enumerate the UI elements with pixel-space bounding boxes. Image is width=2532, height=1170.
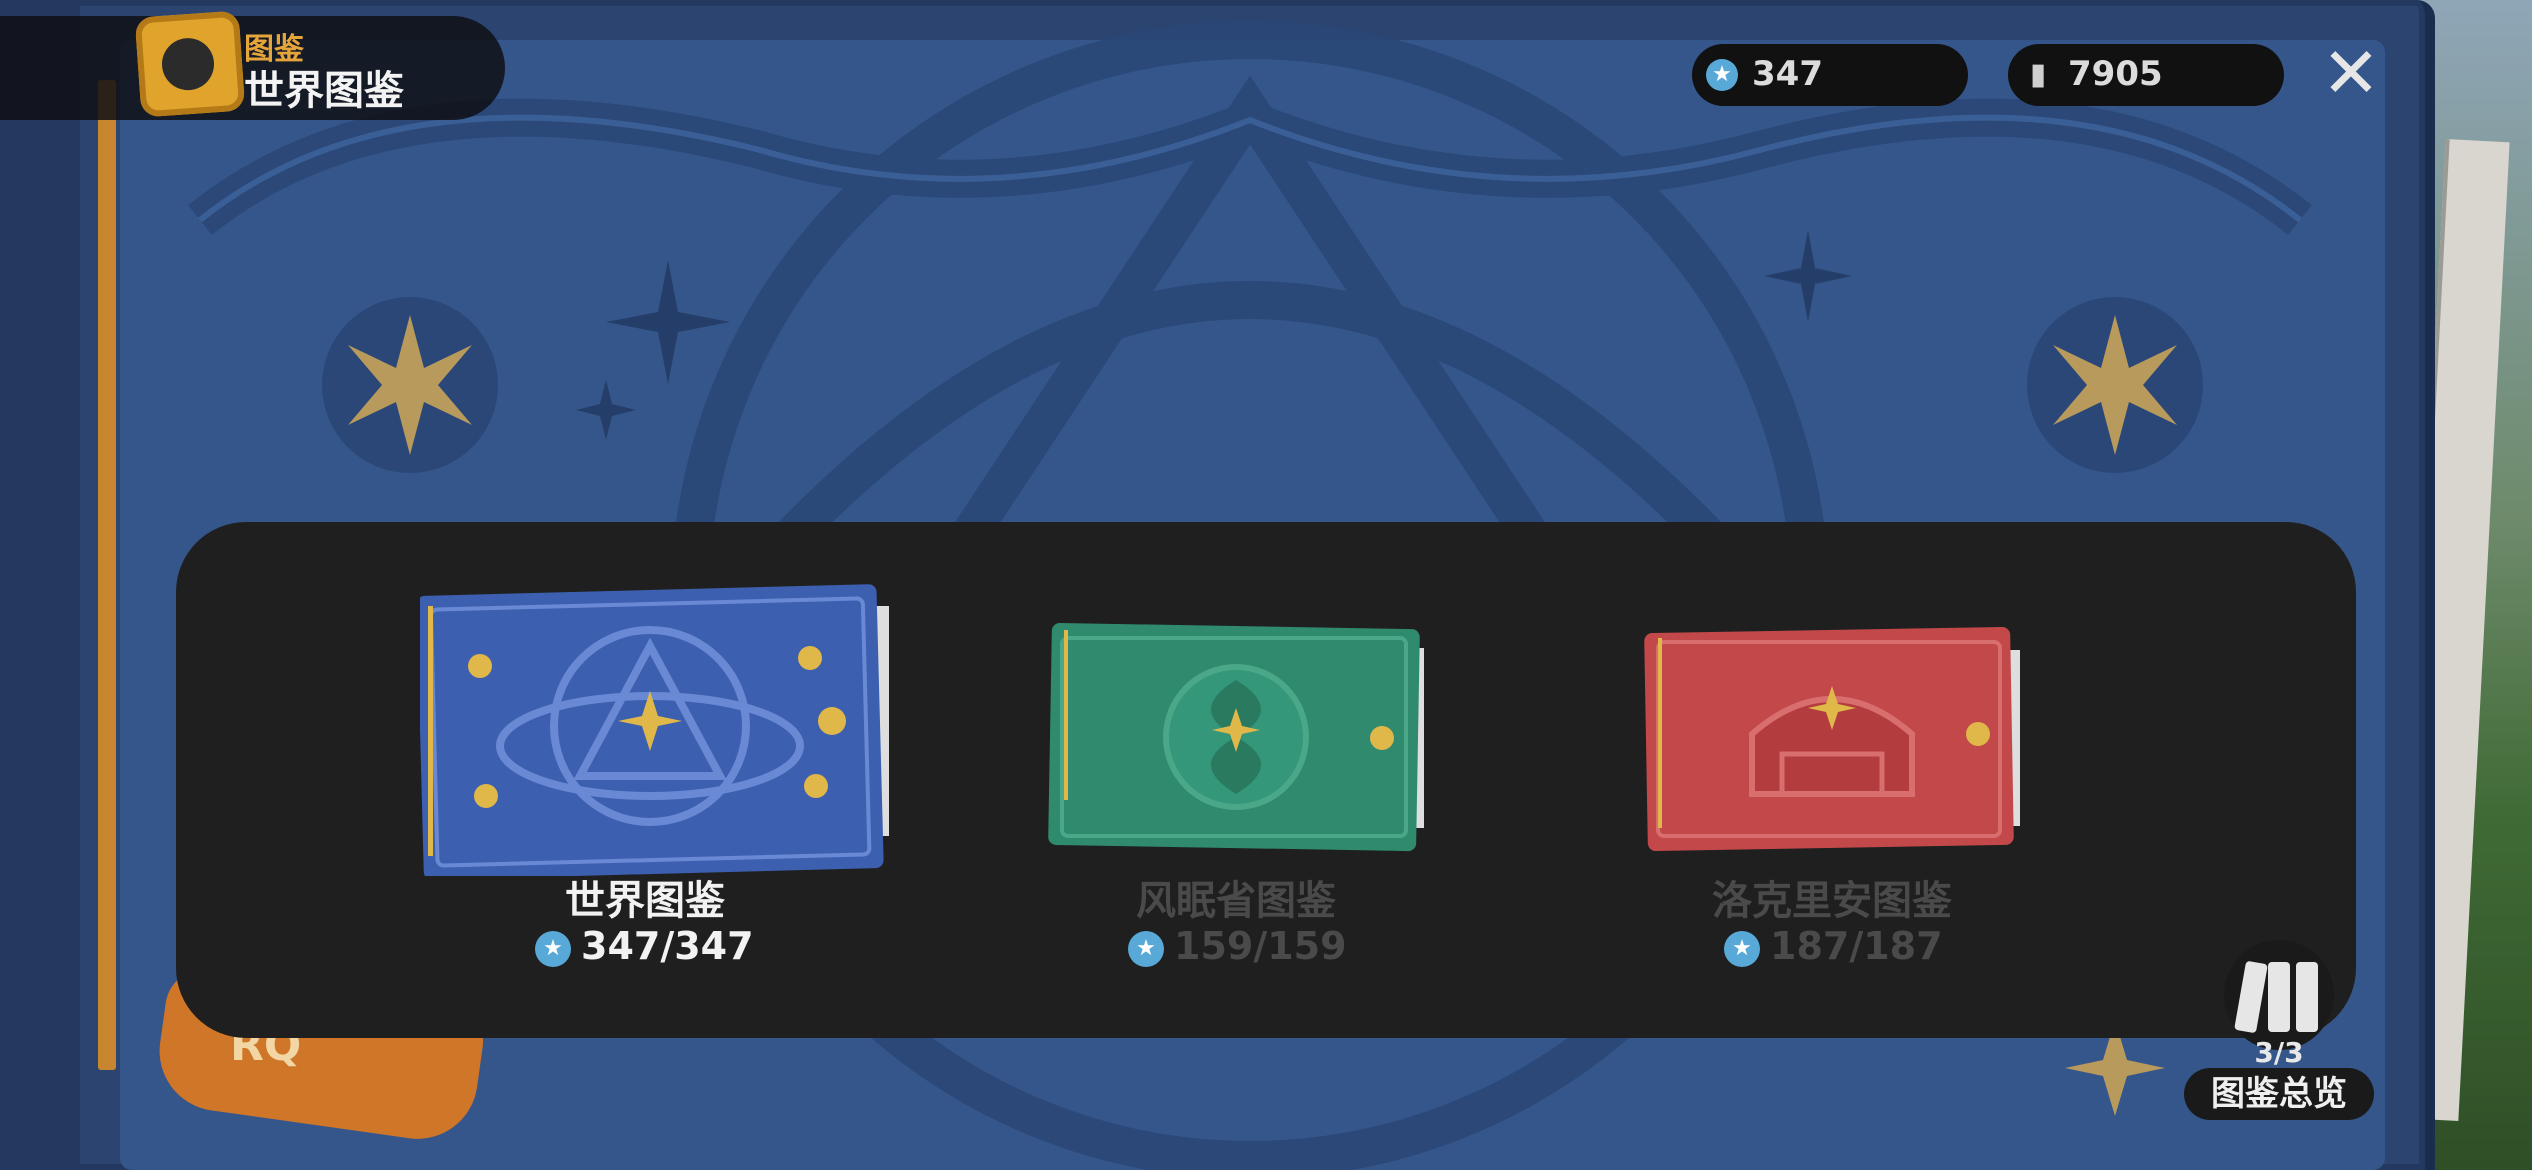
overview-label: 图鉴总览 bbox=[2184, 1068, 2374, 1120]
world-album-progress: ★ 347/347 bbox=[535, 924, 754, 968]
world-album-progress-value: 347/347 bbox=[581, 924, 754, 968]
lockrian-album-progress-value: 187/187 bbox=[1770, 924, 1943, 968]
star-coin-icon: ★ bbox=[1706, 59, 1738, 91]
star-coin-icon: ★ bbox=[1128, 930, 1164, 967]
encyclopedia-emblem-icon bbox=[134, 10, 246, 118]
overview-button[interactable]: 3/3 图鉴总览 bbox=[2184, 940, 2374, 1120]
fengmian-album-progress: ★ 159/159 bbox=[1128, 924, 1347, 968]
star-coin-icon: ★ bbox=[535, 930, 571, 967]
lockrian-album-cover bbox=[1644, 626, 2020, 852]
world-album-name: 世界图鉴 bbox=[565, 878, 725, 924]
spray-can-icon: ▮ bbox=[2029, 57, 2047, 92]
world-album-cover bbox=[420, 584, 889, 876]
lockrian-album-name: 洛克里安图鉴 bbox=[1712, 878, 1952, 924]
lockrian-album-progress: ★ 187/187 bbox=[1724, 924, 1943, 968]
page-title: 世界图鉴 bbox=[244, 68, 404, 114]
fengmian-album-progress-value: 159/159 bbox=[1174, 924, 1347, 968]
books-icon bbox=[2268, 962, 2290, 1032]
close-button[interactable]: ✕ bbox=[2316, 38, 2386, 108]
overview-count: 3/3 bbox=[2254, 1036, 2304, 1069]
fengmian-album-cover bbox=[1048, 622, 1424, 852]
spray-currency-value: 7905 bbox=[2068, 54, 2163, 94]
books-icon bbox=[2296, 962, 2318, 1032]
star-coin-icon: ★ bbox=[1724, 930, 1760, 967]
spray-currency-pill: ▮ 7905 bbox=[2008, 44, 2284, 106]
star-currency-value: 347 bbox=[1752, 54, 1823, 94]
fengmian-album-name: 风眠省图鉴 bbox=[1136, 878, 1336, 924]
star-currency-pill: ★ 347 bbox=[1692, 44, 1968, 106]
